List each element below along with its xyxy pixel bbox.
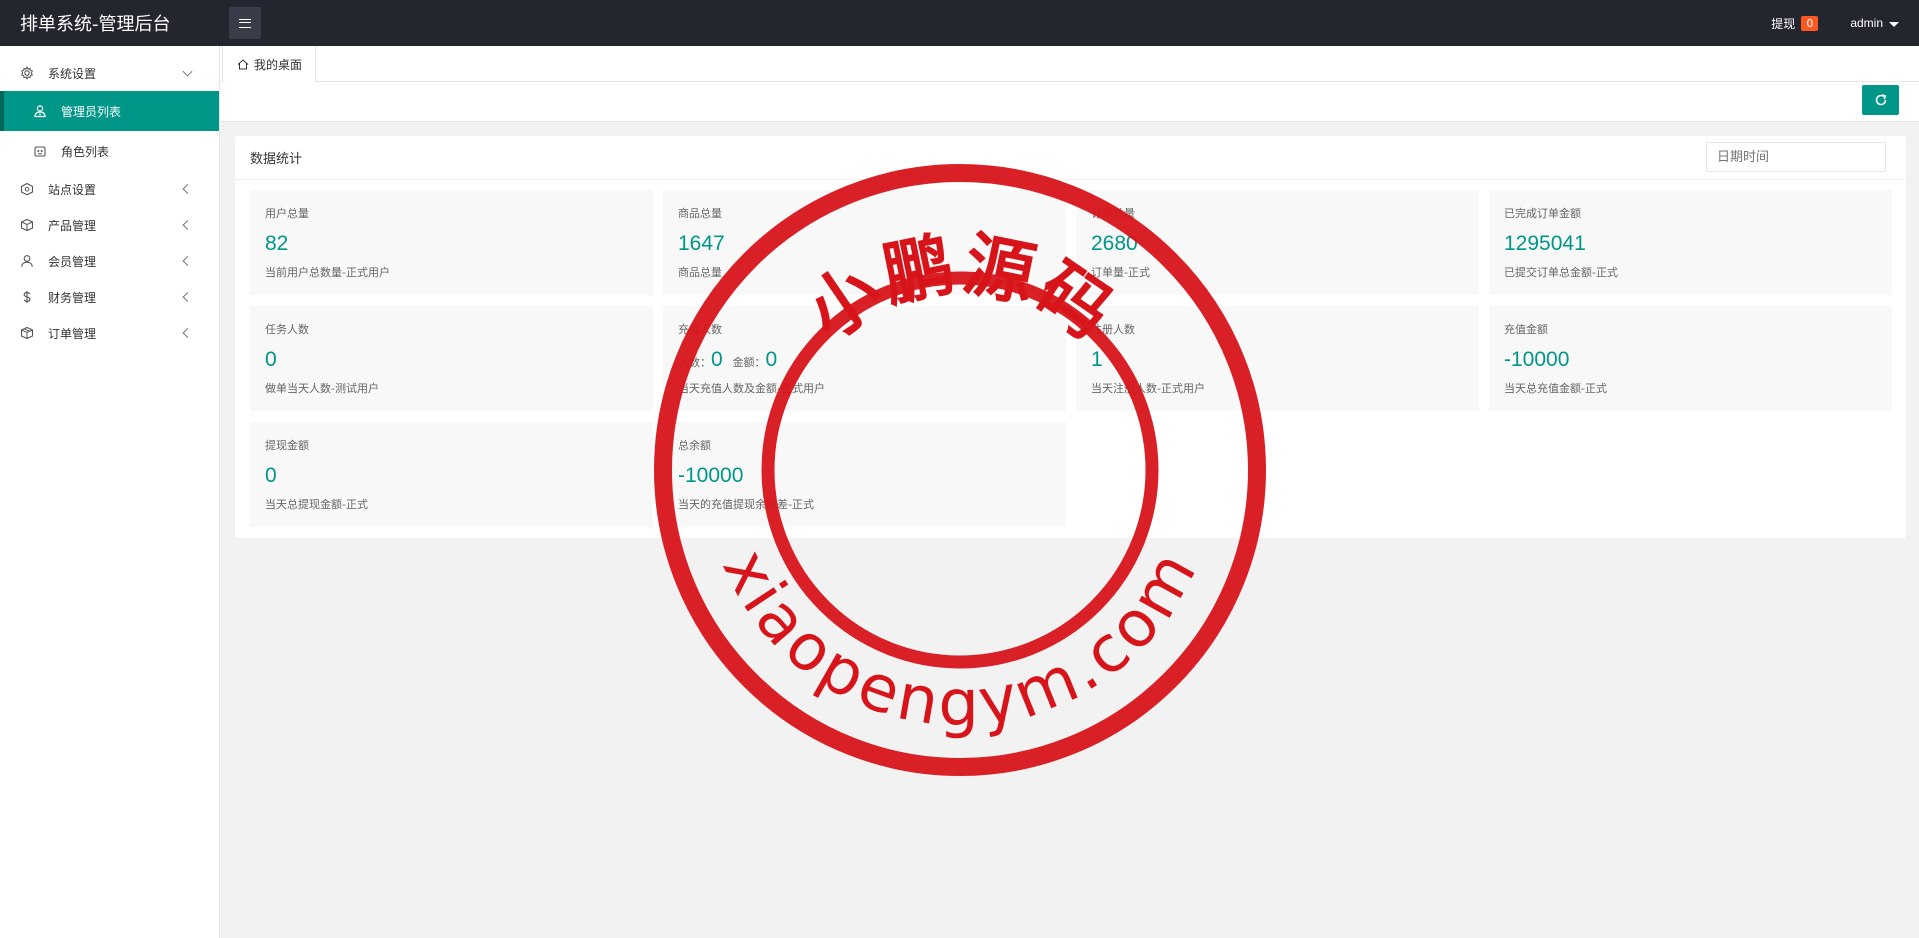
stat-desc: 当前用户总数量-正式用户 (265, 266, 390, 279)
withdraw-label: 提现 (1771, 16, 1796, 31)
stat-value: 2680 (1091, 232, 1138, 255)
recharge-amount-value: 0 (765, 348, 778, 371)
stat-product-total: 商品总量 1647 商品总量 (663, 190, 1066, 295)
stat-label: 充值金额 (1504, 323, 1548, 336)
stat-label: 提现金额 (265, 439, 309, 452)
sidebar-item-label: 财务管理 (48, 290, 97, 305)
menu-toggle-button[interactable] (229, 7, 261, 39)
date-time-input[interactable] (1706, 142, 1886, 172)
sidebar-item-system-settings[interactable]: 系统设置 (0, 55, 219, 91)
stat-desc: 已提交订单总金额-正式 (1504, 266, 1618, 279)
withdraw-notice[interactable]: 提现 0 (1771, 15, 1819, 32)
stat-withdraw-amount: 提现金额 0 当天总提现金额-正式 (250, 422, 653, 527)
stats-card: 数据统计 用户总量 82 当前用户总数量-正式用户 商品总量 1647 商品总量… (235, 136, 1906, 538)
recharge-count-label: 人数： (678, 356, 711, 369)
chevron-left-icon (182, 184, 193, 194)
stat-desc: 当天充值人数及金额-正式用户 (678, 382, 825, 395)
chevron-left-icon (182, 292, 193, 302)
sidebar-item-product-management[interactable]: 产品管理 (0, 207, 219, 243)
stat-recharge-people: 充值人数 人数：0 金额：0 当天充值人数及金额-正式用户 (663, 306, 1066, 411)
stat-task-people: 任务人数 0 做单当天人数-测试用户 (250, 306, 653, 411)
stat-recharge-amount: 充值金额 -10000 当天总充值金额-正式 (1489, 306, 1892, 411)
sidebar-item-label: 会员管理 (48, 254, 97, 269)
stat-label: 商品总量 (678, 207, 722, 220)
stat-value: 1647 (678, 232, 725, 255)
sidebar-item-admin-list[interactable]: 管理员列表 (0, 91, 219, 131)
user-icon (20, 254, 34, 268)
sidebar-item-label: 管理员列表 (61, 104, 122, 119)
gear-icon (20, 66, 34, 80)
stat-value: 0 (265, 348, 277, 371)
tab-home[interactable]: 我的桌面 (222, 46, 316, 83)
stat-label: 注册人数 (1091, 323, 1135, 336)
top-header: 排单系统-管理后台 提现 0 admin (0, 0, 1919, 46)
stat-label: 总余额 (678, 439, 711, 452)
stat-desc: 当天总充值金额-正式 (1504, 382, 1607, 395)
user-menu[interactable]: admin (1850, 16, 1899, 30)
stat-value: -10000 (1504, 348, 1570, 371)
sidebar-item-label: 产品管理 (48, 218, 97, 233)
stat-value: 1295041 (1504, 232, 1586, 255)
toolbar (220, 82, 1919, 122)
order-icon (20, 326, 34, 340)
stat-desc: 订单量-正式 (1091, 266, 1150, 279)
stats-card-header: 数据统计 (235, 136, 1906, 180)
stat-desc: 当天的充值提现余额差-正式 (678, 498, 814, 511)
menu-icon (239, 18, 251, 28)
stat-register-people: 注册人数 1 当天注册人数-正式用户 (1076, 306, 1479, 411)
stat-desc: 商品总量 (678, 266, 722, 279)
chevron-left-icon (182, 220, 193, 230)
user-name: admin (1850, 16, 1883, 30)
sidebar-item-label: 订单管理 (48, 326, 97, 341)
stat-total-balance: 总余额 -10000 当天的充值提现余额差-正式 (663, 422, 1066, 527)
sidebar-item-label: 角色列表 (61, 144, 110, 159)
refresh-icon (1875, 94, 1886, 106)
stat-order-total: 订单总量 2680 订单量-正式 (1076, 190, 1479, 295)
stat-desc: 做单当天人数-测试用户 (265, 382, 379, 395)
stat-label: 充值人数 (678, 323, 722, 336)
stat-user-total: 用户总量 82 当前用户总数量-正式用户 (250, 190, 653, 295)
chevron-left-icon (182, 256, 193, 266)
stat-value: 1 (1091, 348, 1103, 371)
caret-down-icon (1889, 21, 1899, 27)
site-icon (20, 182, 34, 196)
stat-value: -10000 (678, 464, 744, 487)
stat-completed-order-amount: 已完成订单金额 1295041 已提交订单总金额-正式 (1489, 190, 1892, 295)
sidebar-item-order-management[interactable]: 订单管理 (0, 315, 219, 351)
dollar-icon (20, 290, 34, 304)
stat-desc: 当天注册人数-正式用户 (1091, 382, 1205, 395)
chevron-down-icon (182, 66, 193, 77)
sidebar-item-label: 系统设置 (48, 66, 97, 81)
stats-title: 数据统计 (250, 152, 303, 167)
sidebar-item-member-management[interactable]: 会员管理 (0, 243, 219, 279)
recharge-amount-label: 金额： (732, 356, 766, 369)
stat-label: 订单总量 (1091, 207, 1135, 220)
sidebar: 系统设置 管理员列表 角色列表 站点设置 产品管理 会员管理 财务管理 订单管理 (0, 46, 220, 938)
sidebar-item-site-settings[interactable]: 站点设置 (0, 171, 219, 207)
stat-label: 用户总量 (265, 207, 309, 220)
stat-value: 人数：0 金额：0 (678, 348, 1051, 374)
stat-desc: 当天总提现金额-正式 (265, 498, 368, 511)
sidebar-item-label: 站点设置 (48, 182, 97, 197)
stat-value: 82 (265, 232, 289, 255)
chevron-left-icon (182, 328, 193, 338)
sidebar-item-role-list[interactable]: 角色列表 (0, 131, 219, 171)
stat-label: 已完成订单金额 (1504, 207, 1581, 220)
stat-value: 0 (265, 464, 277, 487)
tab-label: 我的桌面 (254, 58, 303, 72)
home-icon (237, 59, 249, 70)
refresh-button[interactable] (1862, 85, 1899, 115)
stamp-bottom-text: xiaopengym.com (708, 537, 1213, 741)
recharge-count-value: 0 (711, 348, 723, 371)
tab-bar: 我的桌面 (220, 46, 1919, 83)
stat-label: 任务人数 (265, 323, 309, 336)
role-icon (33, 144, 47, 158)
sidebar-item-finance-management[interactable]: 财务管理 (0, 279, 219, 315)
withdraw-badge: 0 (1801, 15, 1819, 31)
app-title: 排单系统-管理后台 (20, 14, 171, 35)
box-icon (20, 218, 34, 232)
user-tie-icon (33, 104, 47, 118)
